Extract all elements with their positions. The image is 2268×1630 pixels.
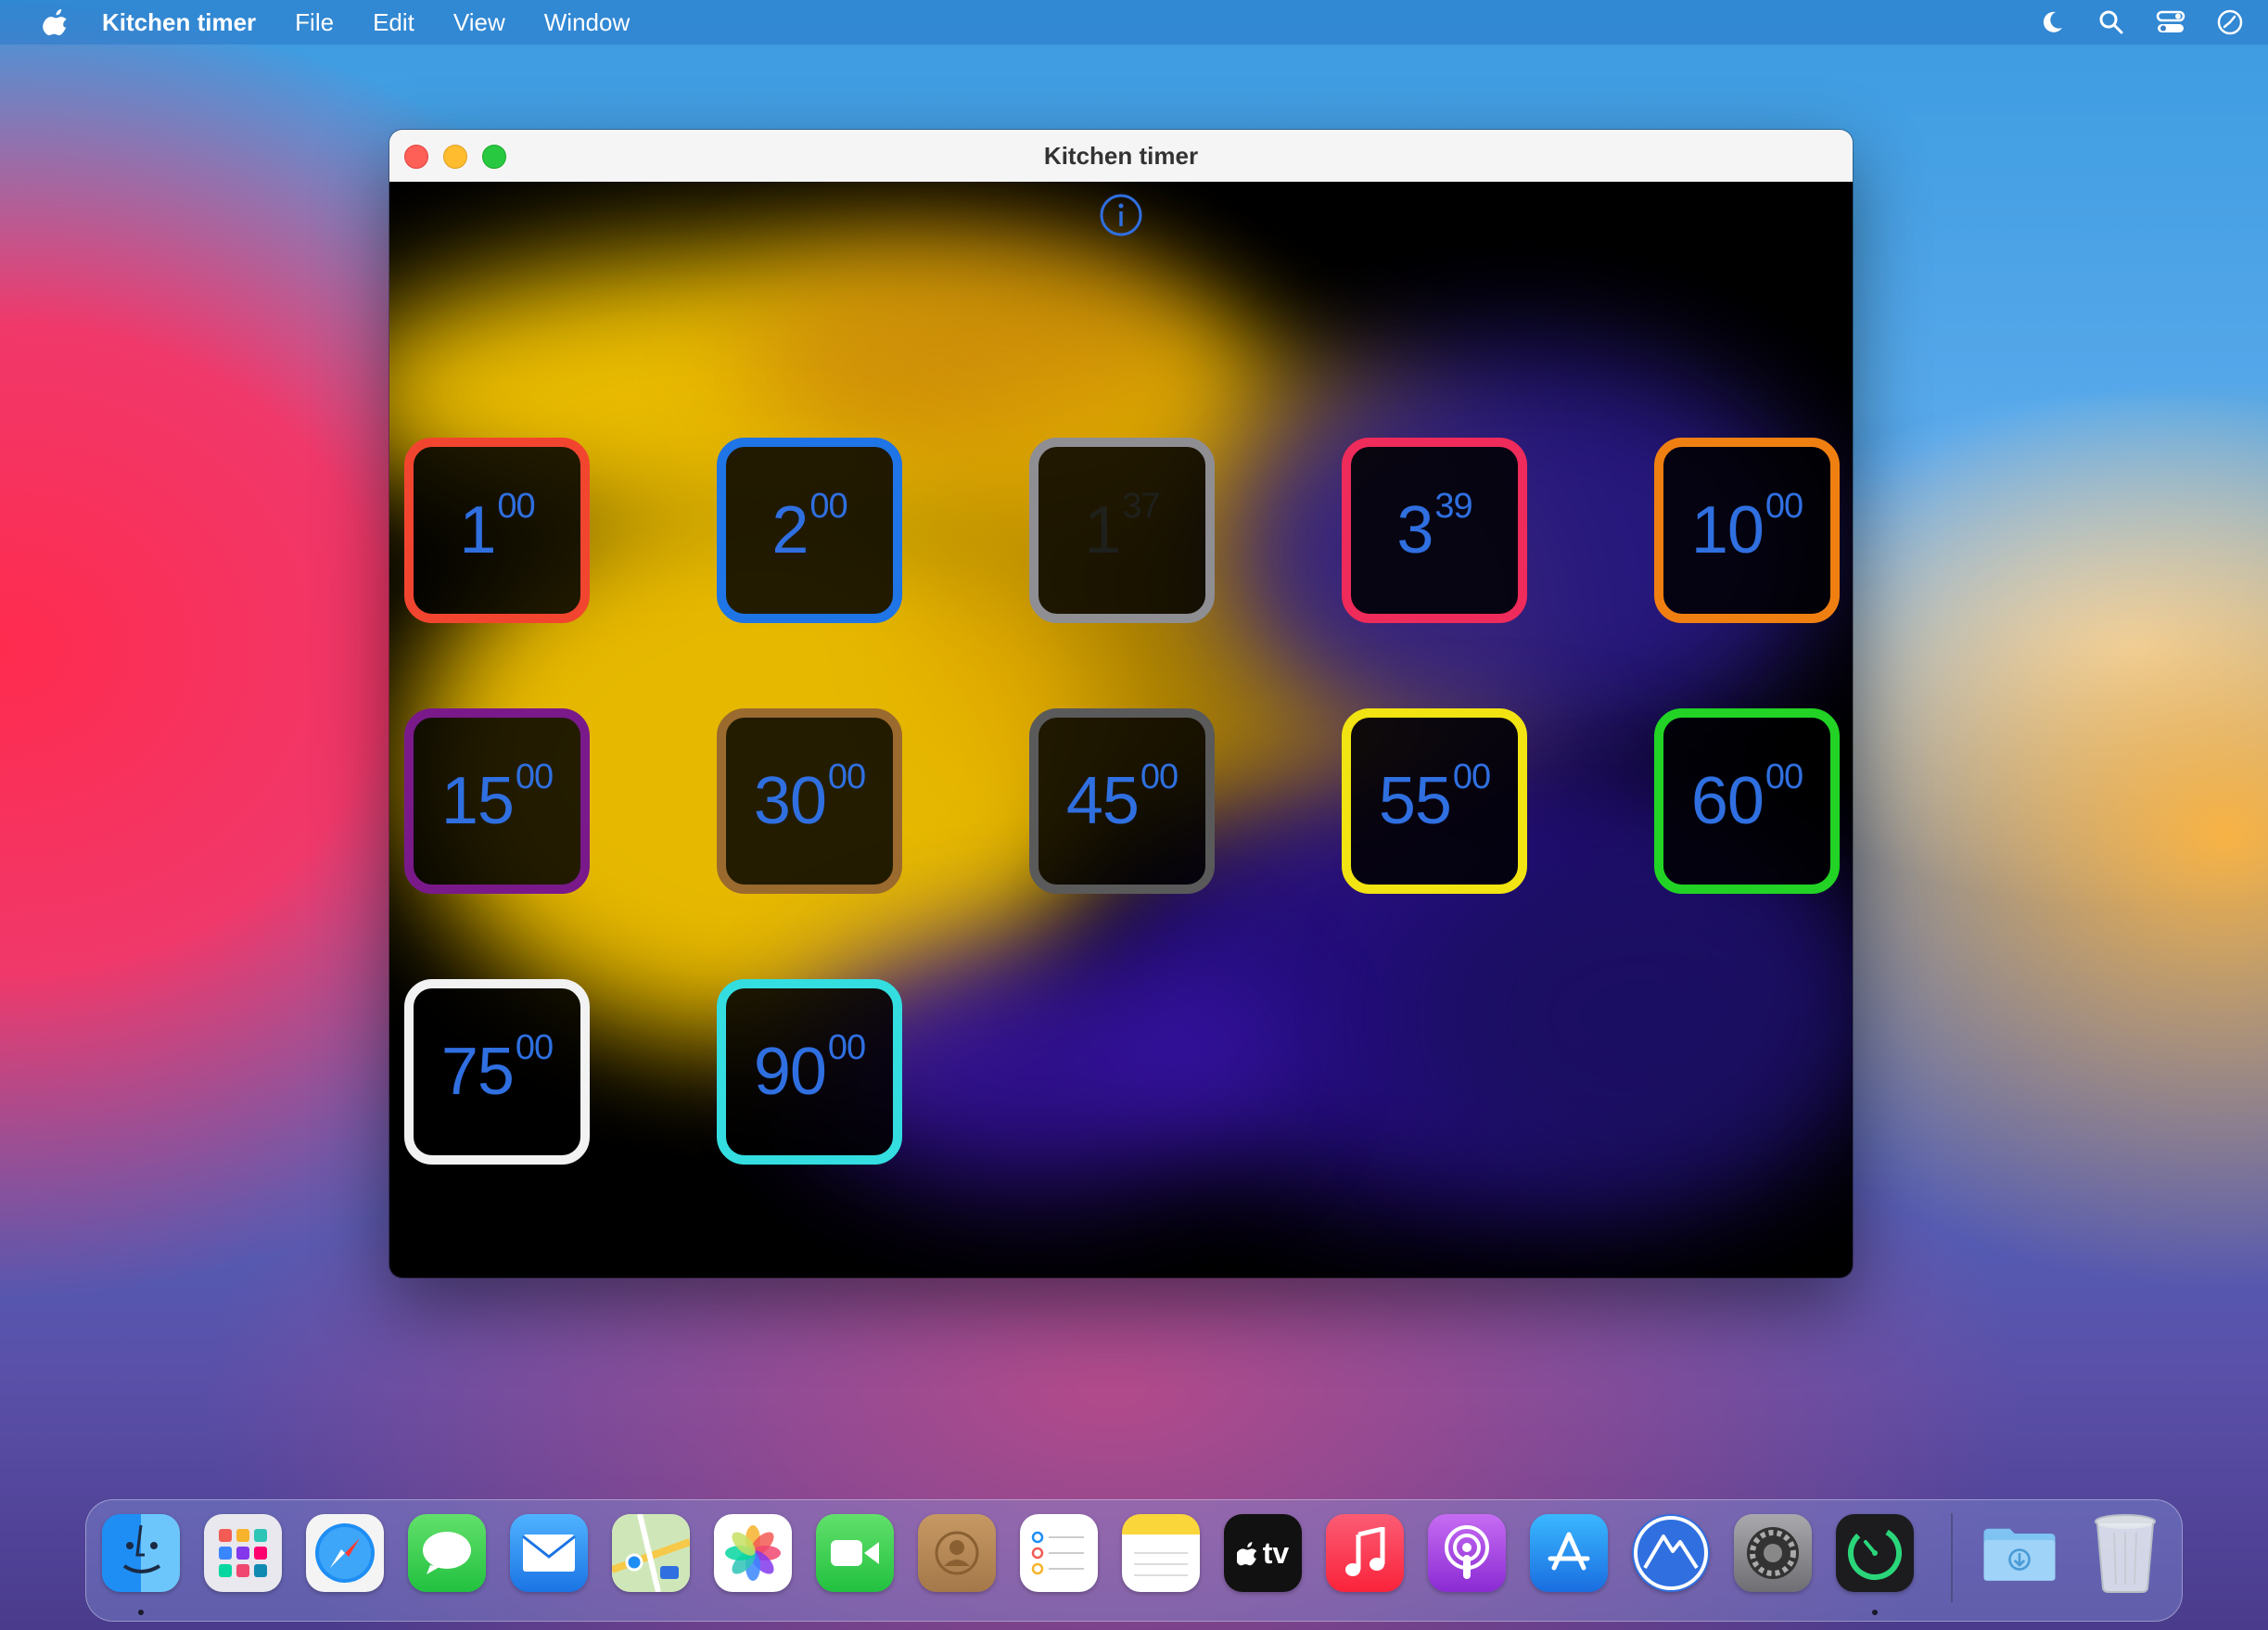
menu-app-name[interactable]: Kitchen timer (102, 8, 256, 37)
timer-minutes: 90 (753, 1035, 827, 1109)
reminders-icon[interactable] (1020, 1514, 1098, 1592)
timer-seconds: 00 (497, 486, 535, 526)
menu-bar: Kitchen timer File Edit View Window (0, 0, 2268, 45)
menu-view[interactable]: View (453, 8, 505, 37)
window-titlebar[interactable]: Kitchen timer (389, 130, 1853, 183)
window-close-button[interactable] (404, 145, 428, 169)
app-store-icon[interactable] (1530, 1514, 1608, 1592)
timer-seconds: 00 (515, 1027, 554, 1067)
running-indicator (1872, 1610, 1878, 1615)
trash-icon[interactable] (2086, 1514, 2164, 1593)
kitchen-timer-window: Kitchen timer 1 00 2 00 1 37 3 39 10 00 15 00 … (389, 130, 1853, 1278)
safari-icon[interactable] (306, 1514, 384, 1592)
menu-file[interactable]: File (295, 8, 334, 37)
timer-minutes: 30 (753, 764, 827, 838)
downloads-folder-icon[interactable] (1981, 1514, 2058, 1592)
photos-icon[interactable] (714, 1514, 792, 1592)
timer-seconds: 00 (809, 486, 847, 526)
dock-separator (1951, 1513, 1953, 1602)
do-not-disturb-moon-icon[interactable] (2036, 6, 2068, 38)
timer-seconds: 39 (1434, 486, 1472, 526)
timer-tile[interactable]: 75 00 (404, 979, 590, 1165)
info-icon[interactable] (1099, 193, 1143, 237)
timer-tile[interactable]: 55 00 (1342, 708, 1527, 894)
menu-window[interactable]: Window (544, 8, 630, 37)
timer-tile[interactable]: 30 00 (717, 708, 902, 894)
timer-seconds: 00 (1140, 757, 1179, 796)
timer-seconds: 00 (515, 757, 554, 796)
timer-seconds: 00 (827, 1027, 866, 1067)
timer-minutes: 1 (1084, 493, 1121, 567)
timer-grid-area: 1 00 2 00 1 37 3 39 10 00 15 00 30 00 45 00 55 00… (389, 182, 1853, 1278)
window-minimize-button[interactable] (443, 145, 467, 169)
timer-minutes: 1 (459, 493, 496, 567)
timer-tile[interactable]: 3 39 (1342, 438, 1527, 623)
timer-tile[interactable]: 15 00 (404, 708, 590, 894)
maps-icon[interactable] (612, 1514, 690, 1592)
window-title: Kitchen timer (1043, 141, 1199, 170)
control-center-icon[interactable] (2155, 6, 2186, 38)
timer-seconds: 37 (1122, 486, 1160, 526)
timer-minutes: 45 (1065, 764, 1140, 838)
running-indicator (138, 1610, 144, 1615)
timer-minutes: 55 (1378, 764, 1452, 838)
podcasts-icon[interactable] (1428, 1514, 1506, 1592)
timer-seconds: 00 (1452, 757, 1491, 796)
menu-edit[interactable]: Edit (373, 8, 414, 37)
timer-tile[interactable]: 2 00 (717, 438, 902, 623)
timer-tile[interactable]: 10 00 (1654, 438, 1840, 623)
window-zoom-button[interactable] (482, 145, 506, 169)
timer-tile[interactable]: 60 00 (1654, 708, 1840, 894)
contacts-icon[interactable] (918, 1514, 996, 1592)
altimeter-icon[interactable] (1632, 1514, 1710, 1592)
timer-minutes: 10 (1690, 493, 1765, 567)
messages-icon[interactable] (408, 1514, 486, 1592)
notes-icon[interactable] (1122, 1514, 1200, 1592)
facetime-icon[interactable] (816, 1514, 894, 1592)
timer-minutes: 2 (771, 493, 809, 567)
music-icon[interactable] (1326, 1514, 1404, 1592)
apple-tv-label: tv (1262, 1535, 1290, 1570)
clock-menu-icon[interactable] (2214, 6, 2246, 38)
apple-tv-icon[interactable]: tv (1224, 1514, 1302, 1592)
mail-icon[interactable] (510, 1514, 588, 1592)
timer-tile[interactable]: 1 00 (404, 438, 590, 623)
timer-seconds: 00 (827, 757, 866, 796)
timer-seconds: 00 (1765, 486, 1803, 526)
kitchen-timer-icon[interactable] (1836, 1514, 1914, 1592)
timer-minutes: 15 (440, 764, 515, 838)
timer-seconds: 00 (1765, 757, 1803, 796)
spotlight-search-icon[interactable] (2096, 6, 2127, 38)
system-preferences-icon[interactable] (1734, 1514, 1812, 1592)
timer-minutes: 75 (440, 1035, 515, 1109)
finder-icon[interactable] (102, 1514, 180, 1592)
timer-minutes: 60 (1690, 764, 1765, 838)
launchpad-icon[interactable] (204, 1514, 282, 1592)
timer-tile[interactable]: 45 00 (1029, 708, 1215, 894)
timer-tile[interactable]: 90 00 (717, 979, 902, 1165)
timer-minutes: 3 (1396, 493, 1433, 567)
timer-tile-running[interactable]: 1 37 (1029, 438, 1215, 623)
apple-menu-icon[interactable] (37, 4, 74, 41)
